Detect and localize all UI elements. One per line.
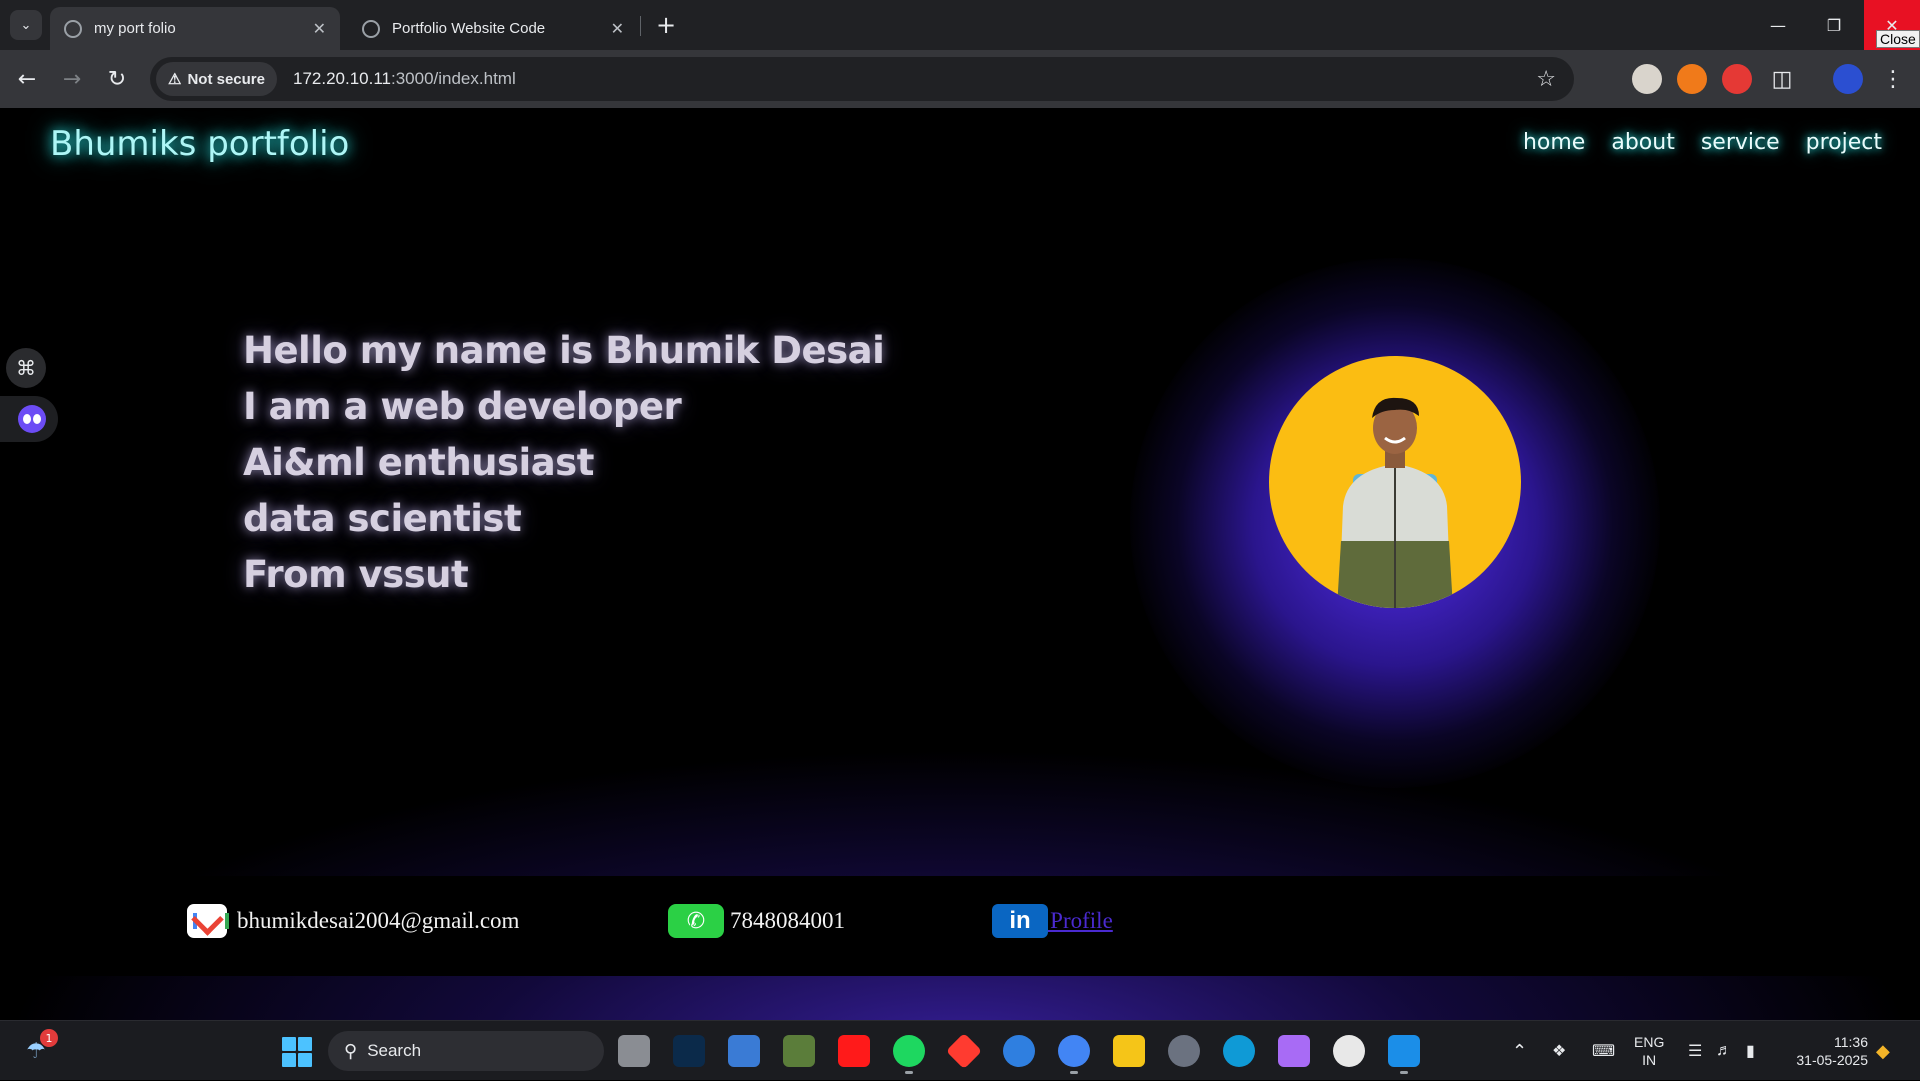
chrome-icon[interactable] <box>1058 1035 1090 1067</box>
chatgpt-icon <box>362 19 380 38</box>
site-nav: home about service project <box>1523 130 1882 155</box>
nav-project[interactable]: project <box>1806 130 1882 155</box>
browser-tab-strip: ⌄ my port folio ✕ Portfolio Website Code… <box>0 0 1920 50</box>
url-path: :3000/index.html <box>390 69 516 88</box>
contact-bar: bhumikdesai2004@gmail.com ✆ 7848084001 i… <box>26 876 1894 976</box>
region-code: IN <box>1642 1052 1657 1068</box>
tab-search-button[interactable]: ⌄ <box>10 10 42 40</box>
photoshop-icon[interactable] <box>673 1035 705 1067</box>
hero-line-name: Hello my name is Bhumik Desai <box>243 329 885 372</box>
email-contact[interactable]: bhumikdesai2004@gmail.com <box>187 904 519 938</box>
menu-kebab-icon[interactable]: ⋮ <box>1876 62 1910 96</box>
clock-time: 11:36 <box>1834 1034 1868 1050</box>
profile-avatar-icon[interactable] <box>1833 64 1863 94</box>
hero-line-origin: From vssut <box>243 553 469 596</box>
search-icon: ⚲ <box>344 1040 358 1061</box>
wifi-icon[interactable]: ☰ <box>1688 1021 1702 1081</box>
browser-toolbar: ← → ↻ ⚠ Not secure 172.20.10.11:3000/ind… <box>0 50 1920 108</box>
hero-intro: Hello my name is Bhumik Desai I am a web… <box>243 323 885 603</box>
profile-photo <box>1269 356 1521 608</box>
assistant-face-icon <box>18 405 46 433</box>
restore-button[interactable]: ❐ <box>1806 0 1862 50</box>
minecraft-icon[interactable] <box>783 1035 815 1067</box>
tab-close-icon[interactable]: ✕ <box>611 19 624 39</box>
system-clock[interactable]: 11:36 31-05-2025 <box>1786 1021 1868 1081</box>
url-text[interactable]: 172.20.10.11:3000/index.html <box>293 69 516 89</box>
nav-home[interactable]: home <box>1523 130 1585 155</box>
file-explorer-icon[interactable] <box>1113 1035 1145 1067</box>
vscode-icon[interactable] <box>1388 1035 1420 1067</box>
person-illustration <box>1337 397 1453 608</box>
chrome-running-indicator <box>1070 1071 1078 1074</box>
nav-about[interactable]: about <box>1611 130 1674 155</box>
hero-line-interest: Ai&ml enthusiast <box>243 441 594 484</box>
portfolio-page: Bhumiks portfolio home about service pro… <box>0 108 1920 1020</box>
settings-gear-icon[interactable] <box>1168 1035 1200 1067</box>
tab-divider <box>640 16 641 36</box>
notification-bell-icon[interactable]: ◆ <box>1876 1021 1890 1081</box>
youtube-icon[interactable] <box>838 1035 870 1067</box>
anydesk-icon[interactable] <box>945 1032 983 1070</box>
nav-service[interactable]: service <box>1701 130 1780 155</box>
messaging-icon[interactable] <box>1003 1035 1035 1067</box>
security-label: Not secure <box>187 70 265 88</box>
forward-arrow-icon[interactable]: → <box>55 62 89 96</box>
hero-line-title: data scientist <box>243 497 522 540</box>
search-placeholder: Search <box>367 1041 422 1060</box>
extensions-puzzle-icon[interactable]: ◫ <box>1765 62 1799 96</box>
address-bar[interactable]: ⚠ Not secure 172.20.10.11:3000/index.htm… <box>150 57 1574 101</box>
linkedin-icon[interactable]: in <box>992 904 1048 938</box>
tab-title: my port folio <box>94 20 176 37</box>
url-host: 172.20.10.11 <box>292 69 391 88</box>
tab-close-icon[interactable]: ✕ <box>313 19 326 39</box>
dropbox-icon[interactable]: ❖ <box>1552 1021 1566 1081</box>
phone-text: 7848084001 <box>730 908 845 933</box>
command-icon[interactable]: ⌘ <box>6 348 46 388</box>
phone-contact[interactable]: ✆ 7848084001 <box>668 904 845 938</box>
back-arrow-icon[interactable]: ← <box>10 62 44 96</box>
spotify-icon[interactable] <box>893 1035 925 1067</box>
extension-red-icon[interactable] <box>1722 64 1752 94</box>
extension-avatar-icon[interactable] <box>1632 64 1662 94</box>
email-text: bhumikdesai2004@gmail.com <box>237 908 520 933</box>
taskbar-search[interactable]: ⚲ Search <box>328 1031 604 1071</box>
warning-icon: ⚠ <box>168 71 182 88</box>
battery-icon[interactable]: ▮ <box>1746 1021 1755 1081</box>
bookmark-star-icon[interactable]: ☆ <box>1536 67 1556 92</box>
close-tooltip: Close <box>1876 30 1920 48</box>
phone-icon: ✆ <box>668 904 724 938</box>
gmail-icon <box>187 904 229 938</box>
tab-my-portfolio[interactable]: my port folio ✕ <box>50 7 340 50</box>
tab-title: Portfolio Website Code <box>392 20 546 37</box>
extension-orange-icon[interactable] <box>1677 64 1707 94</box>
copilot-icon[interactable] <box>1278 1035 1310 1067</box>
input-language[interactable]: ENG IN <box>1634 1021 1664 1081</box>
tab-portfolio-website-code[interactable]: Portfolio Website Code ✕ <box>348 7 638 50</box>
windows-start-icon[interactable] <box>282 1037 312 1067</box>
keyboard-icon[interactable]: ⌨ <box>1592 1021 1615 1081</box>
vscode-running-indicator <box>1400 1071 1408 1074</box>
reload-icon[interactable]: ↻ <box>100 62 134 96</box>
clock-date: 31-05-2025 <box>1796 1052 1868 1068</box>
linkedin-contact: in View Profile <box>992 904 1113 938</box>
volume-icon[interactable]: ♬ <box>1716 1021 1732 1081</box>
site-brand[interactable]: Bhumiks portfolio <box>50 124 349 164</box>
hero-line-role: I am a web developer <box>243 385 682 428</box>
spotify-running-indicator <box>905 1071 913 1074</box>
windows-taskbar: ☂ 1 ⚲ Search ⌃ ❖ ⌨ ENG IN ☰ ♬ ▮ 11:36 31… <box>0 1020 1920 1080</box>
site-security-chip[interactable]: ⚠ Not secure <box>156 62 277 96</box>
show-hidden-icons-chevron-icon[interactable]: ⌃ <box>1512 1021 1527 1081</box>
globe-icon <box>64 19 82 38</box>
ollama-icon[interactable] <box>1333 1035 1365 1067</box>
language-code: ENG <box>1634 1034 1665 1050</box>
microsoft-store-icon[interactable] <box>728 1035 760 1067</box>
weather-badge: 1 <box>40 1029 58 1047</box>
task-view-icon[interactable] <box>618 1035 650 1067</box>
new-tab-button[interactable]: + <box>652 10 680 40</box>
minimize-button[interactable]: — <box>1750 0 1806 50</box>
edge-icon[interactable] <box>1223 1035 1255 1067</box>
assistant-dock[interactable] <box>0 396 58 442</box>
